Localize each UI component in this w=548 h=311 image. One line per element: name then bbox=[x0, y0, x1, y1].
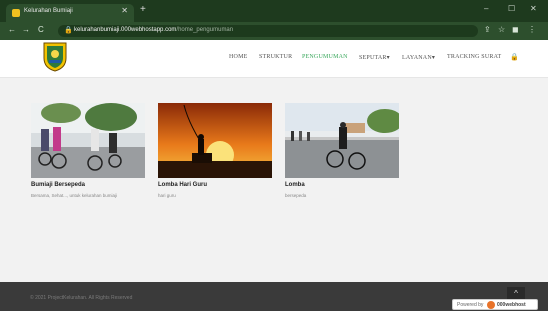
site-header: HOME STRUKTUR PENGUMUMAN SEPUTAR▾ LAYANA… bbox=[0, 40, 548, 78]
maximize-button[interactable]: ☐ bbox=[508, 4, 515, 13]
address-bar[interactable]: 🔒 kelurahanbumiaji.000webhostapp.com/hom… bbox=[58, 25, 478, 37]
news-card[interactable]: Bumiaji Bersepeda Bersama, Sehat..., unt… bbox=[31, 103, 145, 198]
copyright-text: © 2021 ProjectKelurahan. All Rights Rese… bbox=[30, 295, 133, 301]
lock-icon[interactable]: 🔒 bbox=[510, 53, 519, 61]
share-icon[interactable]: ⇪ bbox=[484, 25, 491, 34]
minimize-button[interactable]: – bbox=[484, 4, 488, 13]
nav-pengumuman[interactable]: PENGUMUMAN bbox=[302, 54, 348, 60]
browser-titlebar: Kelurahan Bumiaji ✕ + – ☐ ✕ bbox=[0, 0, 548, 22]
card-description: bersepeda bbox=[285, 193, 307, 198]
news-card[interactable]: Lomba bersepeda bbox=[285, 103, 399, 198]
new-tab-button[interactable]: + bbox=[140, 5, 146, 15]
nav-tracking-surat[interactable]: TRACKING SURAT bbox=[447, 54, 501, 60]
reload-button[interactable]: C bbox=[38, 25, 44, 34]
news-card[interactable]: Lomba Hari Guru hari guru bbox=[158, 103, 272, 198]
card-image-sunset[interactable] bbox=[158, 103, 272, 178]
nav-seputar[interactable]: SEPUTAR▾ bbox=[359, 54, 390, 61]
host-name: 000webhost bbox=[497, 302, 526, 308]
url-text: kelurahanbumiaji.000webhostapp.com/home_… bbox=[74, 27, 234, 33]
nav-layanan[interactable]: LAYANAN▾ bbox=[402, 54, 435, 61]
card-title[interactable]: Bumiaji Bersepeda bbox=[31, 182, 85, 188]
lock-icon: 🔒 bbox=[64, 27, 73, 34]
powered-by-badge[interactable]: Powered by 000webhost bbox=[452, 299, 538, 310]
bookmark-star-icon[interactable]: ☆ bbox=[498, 25, 505, 34]
powered-by-label: Powered by bbox=[457, 302, 484, 308]
window-close-button[interactable]: ✕ bbox=[530, 4, 537, 13]
browser-tab[interactable]: Kelurahan Bumiaji ✕ bbox=[6, 4, 134, 22]
browser-menu-icon[interactable]: ⋮ bbox=[528, 25, 536, 34]
tab-title: Kelurahan Bumiaji bbox=[24, 8, 73, 14]
card-image-road-cycling[interactable] bbox=[285, 103, 399, 178]
card-description: hari guru bbox=[158, 193, 176, 198]
main-nav: HOME STRUKTUR PENGUMUMAN SEPUTAR▾ LAYANA… bbox=[0, 54, 548, 66]
nav-home[interactable]: HOME bbox=[229, 54, 247, 60]
browser-toolbar: ← → C 🔒 kelurahanbumiaji.000webhostapp.c… bbox=[0, 22, 548, 40]
card-image-cycling[interactable] bbox=[31, 103, 145, 178]
card-description: Bersama, Sehat..., untuk kelurahan bumia… bbox=[31, 193, 118, 198]
forward-button[interactable]: → bbox=[22, 25, 30, 34]
card-title[interactable]: Lomba bbox=[285, 182, 305, 188]
back-button[interactable]: ← bbox=[8, 25, 16, 34]
card-title[interactable]: Lomba Hari Guru bbox=[158, 182, 207, 188]
tab-close-button[interactable]: ✕ bbox=[121, 6, 128, 15]
favicon-icon bbox=[12, 9, 20, 17]
host-logo-icon bbox=[487, 301, 495, 309]
extension-icon[interactable]: ◼ bbox=[512, 25, 519, 34]
nav-struktur[interactable]: STRUKTUR bbox=[259, 54, 292, 60]
